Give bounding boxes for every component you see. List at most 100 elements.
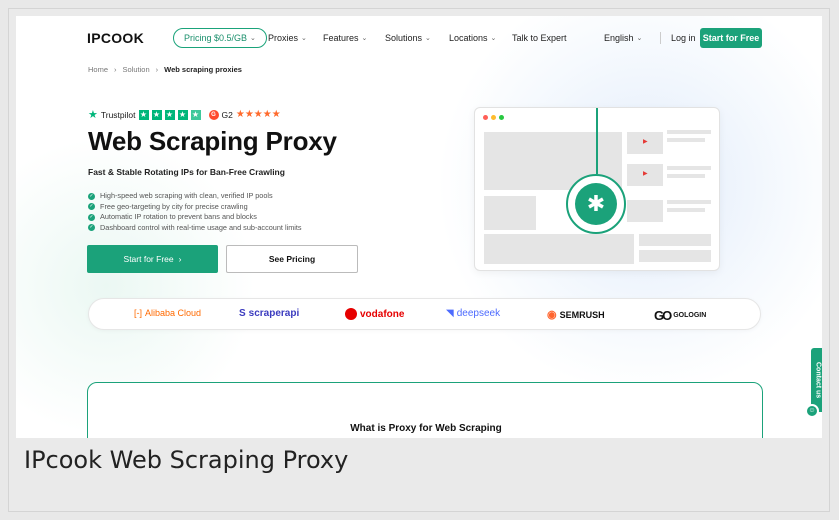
- trustpilot-star-box-icon: ★: [138, 109, 149, 120]
- list-item: ✓ Automatic IP rotation to prevent bans a…: [88, 212, 302, 223]
- contact-us-tab[interactable]: Contact us: [811, 348, 822, 412]
- placeholder-line: [667, 130, 711, 134]
- placeholder-line: [667, 200, 711, 204]
- start-for-free-button[interactable]: Start for Free ›: [87, 245, 218, 273]
- chevron-down-icon: ⌄: [636, 35, 643, 42]
- check-icon: ✓: [88, 192, 95, 200]
- button-label: Start for Free: [123, 254, 174, 264]
- list-item: ✓ Dashboard control with real-time usage …: [88, 223, 302, 234]
- nav-label: Solutions: [385, 33, 423, 43]
- deepseek-whale-icon: ◥: [446, 308, 454, 319]
- login-link[interactable]: Log in: [671, 33, 696, 43]
- placeholder-line: [667, 138, 705, 142]
- brand-logo: [-] Alibaba Cloud: [134, 308, 201, 318]
- brand-name: Alibaba Cloud: [145, 308, 202, 318]
- feature-text: Dashboard control with real-time usage a…: [100, 222, 302, 232]
- chevron-down-icon: ⌄: [361, 35, 368, 42]
- placeholder-line: [667, 166, 711, 170]
- trustpilot-star-icon: ★: [88, 109, 98, 121]
- webpage-screenshot: IPCOOK Pricing $0.5/GB ⌄ Proxies ⌄ Featur…: [16, 16, 822, 438]
- nav-label: Proxies: [268, 33, 299, 43]
- check-icon: ✓: [88, 213, 95, 221]
- chevron-down-icon: ⌄: [301, 35, 307, 42]
- pricing-pill[interactable]: Pricing $0.5/GB ⌄: [173, 28, 267, 48]
- page-subtitle: Fast & Stable Rotating IPs for Ban-Free …: [88, 167, 285, 177]
- language-select[interactable]: English ⌄: [604, 33, 642, 43]
- breadcrumb-separator: ›: [114, 65, 117, 74]
- nav-talk-to-expert[interactable]: Talk to Expert: [512, 33, 567, 43]
- g2-logo-icon: G: [208, 109, 219, 120]
- vodafone-icon: [345, 308, 357, 320]
- check-icon: ✓: [88, 224, 95, 232]
- nav-solutions[interactable]: Solutions ⌄: [385, 33, 431, 43]
- ratings-row: ★ Trustpilot ★ ★ ★ ★ ★ G G2 ★★★★★: [88, 108, 281, 121]
- gologin-icon: GO: [654, 308, 672, 323]
- brand-name: GOLOGIN: [673, 312, 707, 319]
- trustpilot-star-box-icon: ★: [151, 109, 162, 120]
- chevron-down-icon: ⌄: [490, 35, 497, 42]
- brand-logo: Sscraperapi: [239, 308, 299, 319]
- brand-name: vodafone: [360, 308, 405, 320]
- see-pricing-button[interactable]: See Pricing: [226, 245, 358, 273]
- chevron-right-icon: ›: [178, 254, 182, 264]
- page-title: Web Scraping Proxy: [88, 126, 337, 156]
- brand-logo: vodafone: [345, 308, 404, 320]
- breadcrumb-separator: ›: [155, 65, 159, 74]
- feature-text: Free geo-targeting by city for precise c…: [100, 201, 248, 211]
- bug-badge: ✱: [566, 174, 626, 234]
- image-caption: IPcook Web Scraping Proxy: [24, 446, 349, 474]
- placeholder-line: [667, 208, 705, 212]
- brand-logo: ◥ deepseek: [446, 308, 500, 319]
- site-logo[interactable]: IPCOOK: [87, 30, 144, 46]
- window-dot-icon: [499, 115, 504, 120]
- nav-divider: [660, 32, 661, 44]
- list-item: ✓ High-speed web scraping with clean, ver…: [88, 191, 302, 202]
- g2-stars-icon: ★★★★★: [235, 109, 281, 120]
- scraperapi-icon: S: [239, 308, 246, 319]
- window-dot-icon: [491, 115, 496, 120]
- chat-icon[interactable]: ☺: [805, 404, 819, 418]
- breadcrumb: Home › Solution › Web scraping proxies: [88, 65, 242, 74]
- brand-logo-strip: [-] Alibaba Cloud Sscraperapi vodafone ◥ d…: [88, 298, 761, 330]
- placeholder-block: [484, 196, 536, 230]
- play-icon: ▶: [643, 139, 648, 145]
- section-title: What is Proxy for Web Scraping: [350, 423, 502, 434]
- nav-label: Features: [323, 33, 359, 43]
- nav-proxies[interactable]: Proxies ⌄: [268, 33, 307, 43]
- nav-features[interactable]: Features ⌄: [323, 33, 367, 43]
- feature-list: ✓ High-speed web scraping with clean, ver…: [88, 191, 302, 233]
- language-label: English: [604, 33, 634, 43]
- chevron-down-icon: ⌄: [425, 35, 431, 42]
- placeholder-line: [667, 174, 705, 178]
- trustpilot-star-box-icon: ★: [190, 109, 201, 120]
- nav-locations[interactable]: Locations ⌄: [449, 33, 496, 43]
- start-for-free-nav-button[interactable]: Start for Free: [700, 28, 762, 48]
- breadcrumb-current: Web scraping proxies: [164, 65, 242, 74]
- feature-text: High-speed web scraping with clean, veri…: [100, 191, 273, 200]
- trustpilot-star-box-icon: ★: [164, 109, 175, 120]
- semrush-icon: ◉: [547, 309, 557, 321]
- placeholder-block: [627, 200, 663, 222]
- brand-name: SEMRUSH: [559, 309, 605, 320]
- placeholder-block: [639, 250, 711, 262]
- nav-label: Locations: [449, 33, 488, 43]
- list-item: ✓ Free geo-targeting by city for precise …: [88, 202, 302, 213]
- connector-line: [596, 108, 598, 174]
- bug-icon: ✱: [575, 183, 617, 225]
- check-icon: ✓: [88, 203, 95, 211]
- placeholder-block: [639, 234, 711, 246]
- breadcrumb-home[interactable]: Home: [88, 65, 108, 74]
- trustpilot-star-box-icon: ★: [177, 109, 188, 120]
- brand-name: scraperapi: [248, 308, 300, 319]
- pricing-label: Pricing $0.5/GB: [184, 33, 248, 43]
- breadcrumb-solution[interactable]: Solution: [123, 65, 150, 74]
- brand-logo: ◉ SEMRUSH: [547, 308, 605, 321]
- window-dot-icon: [483, 115, 488, 120]
- trustpilot-label: Trustpilot: [100, 109, 136, 120]
- placeholder-block: [484, 234, 634, 264]
- g2-label: G2: [221, 109, 233, 120]
- alibaba-cloud-icon: [-]: [134, 308, 142, 318]
- feature-text: Automatic IP rotation to prevent bans an…: [100, 212, 257, 221]
- play-icon: ▶: [643, 171, 648, 177]
- brand-logo: GO GOLOGIN: [654, 308, 706, 323]
